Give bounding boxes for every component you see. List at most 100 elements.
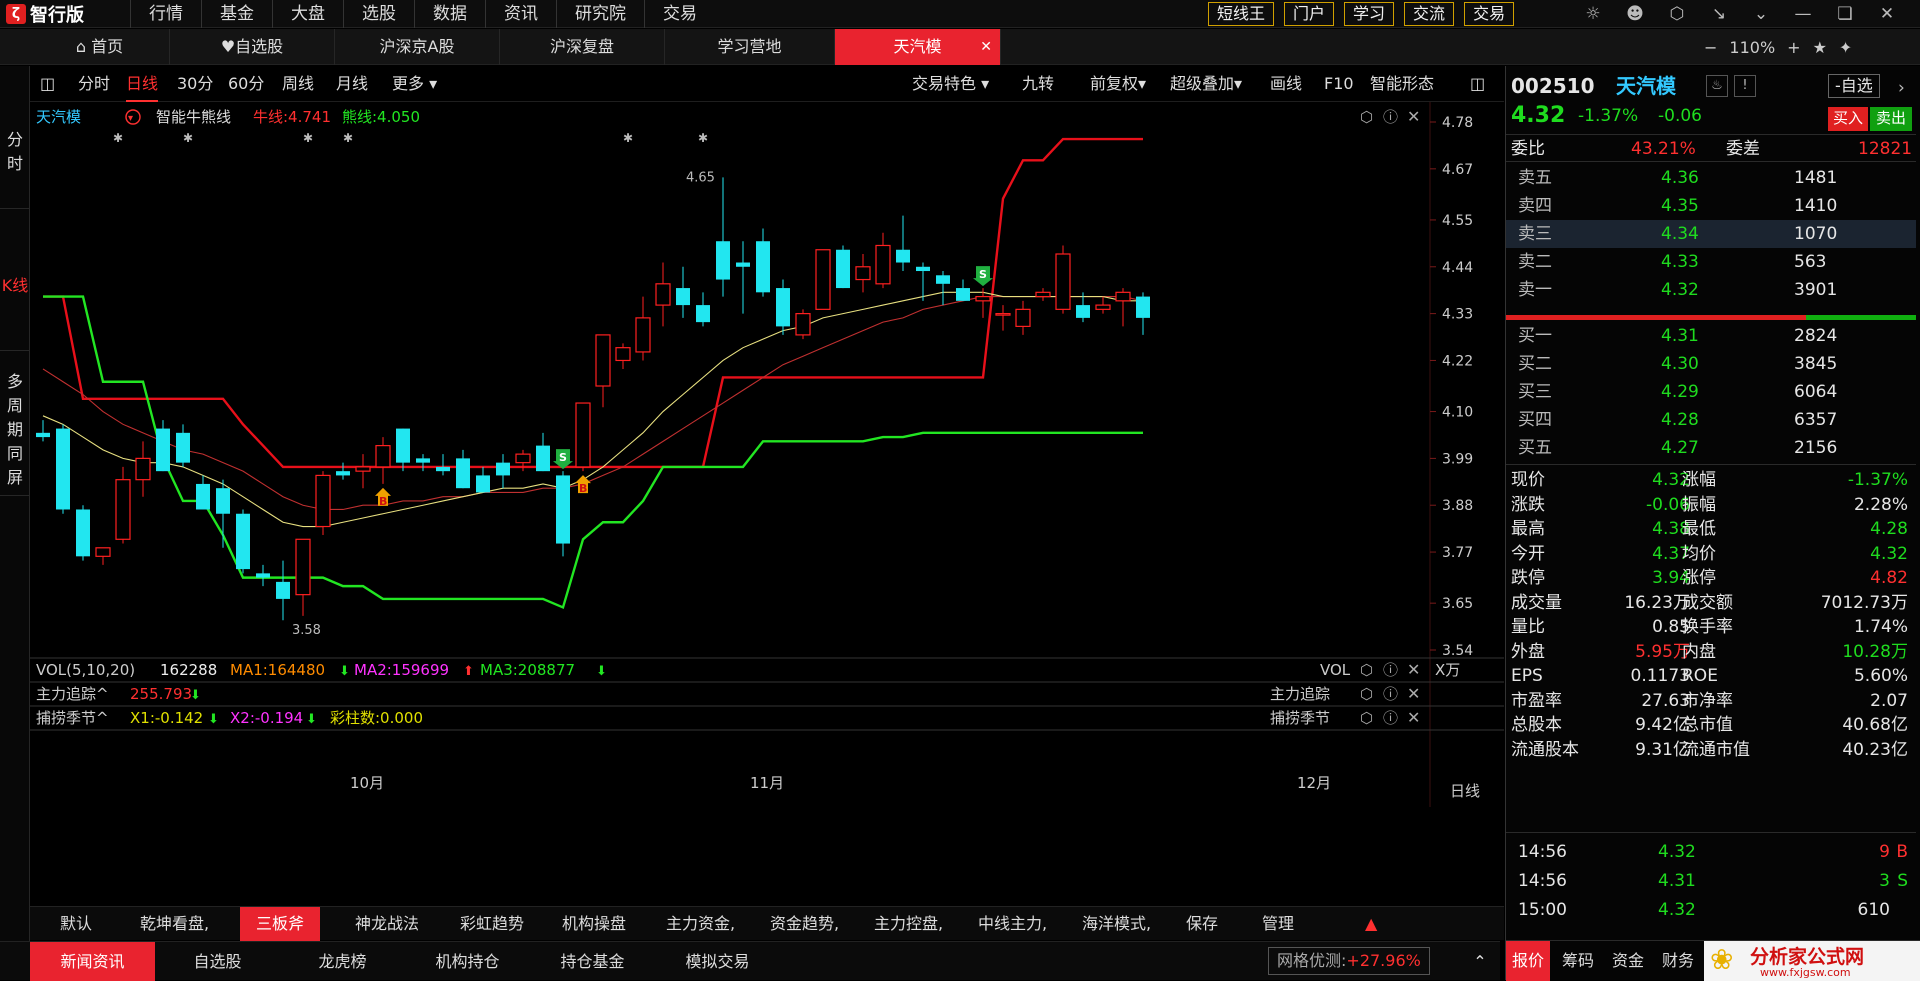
tab-home[interactable]: ⌂ 首页 <box>30 29 170 65</box>
expand-up-icon[interactable]: ⌃ <box>1465 942 1495 981</box>
period-intraday[interactable]: 分时 <box>78 66 110 102</box>
ind-default[interactable]: 默认 <box>60 907 92 941</box>
cat-icon[interactable]: ☼ <box>1580 4 1606 24</box>
vtab-multi-period[interactable]: 多周期同屏 <box>0 366 30 496</box>
menu-item-screener[interactable]: 选股 <box>343 0 414 28</box>
vtab-intraday[interactable]: 分时 <box>0 114 30 209</box>
minimize-arrows-icon[interactable]: ↘ <box>1706 4 1732 24</box>
bid-row[interactable]: 买三 4.29 6064 <box>1506 378 1916 406</box>
add-watch-button[interactable]: -自选 <box>1828 74 1880 98</box>
trade-button[interactable]: 交易 <box>1464 2 1515 26</box>
ind-main-funds[interactable]: 主力资金, <box>666 907 735 941</box>
user-icon[interactable]: ☻ <box>1622 4 1648 24</box>
ask-row[interactable]: 卖一 4.32 3901 <box>1506 276 1916 304</box>
menu-item-research[interactable]: 研究院 <box>556 0 644 28</box>
bid-row[interactable]: 买五 4.27 2156 <box>1506 434 1916 462</box>
rtab-chips[interactable]: 筹码 <box>1556 941 1600 981</box>
ind-save[interactable]: 保存 <box>1186 907 1218 941</box>
portal-button[interactable]: 门户 <box>1284 2 1335 26</box>
ind-shenlong[interactable]: 神龙战法 <box>355 907 419 941</box>
smart-pattern[interactable]: 智能形态 <box>1370 66 1434 102</box>
period-more[interactable]: 更多 ▾ <box>392 66 437 102</box>
short-line-king-button[interactable]: 短线王 <box>1208 2 1275 26</box>
layout-toggle-icon[interactable]: ◫ <box>40 66 55 102</box>
bid-row[interactable]: 买二 4.30 3845 <box>1506 350 1916 378</box>
rtab-finance[interactable]: 财务 <box>1656 941 1700 981</box>
zoom-out-button[interactable]: − <box>1704 38 1717 57</box>
super-overlay[interactable]: 超级叠加▾ <box>1170 66 1242 102</box>
menu-item-news[interactable]: 资讯 <box>485 0 556 28</box>
panel-collapse-icon[interactable]: › <box>1898 74 1905 102</box>
indicator-menu-caret: ▾ <box>128 113 133 124</box>
menu-item-trade[interactable]: 交易 <box>644 0 715 28</box>
rtab-funds[interactable]: 资金 <box>1606 941 1650 981</box>
ind-rainbow[interactable]: 彩虹趋势 <box>460 907 524 941</box>
menu-item-data[interactable]: 数据 <box>414 0 485 28</box>
nine-turn[interactable]: 九转 <box>1022 66 1054 102</box>
alert-icon[interactable]: ! <box>1734 75 1756 97</box>
tab-a-shares[interactable]: 沪深京A股 <box>335 29 500 65</box>
period-daily[interactable]: 日线 <box>126 66 159 102</box>
vtab-kline[interactable]: K线 <box>0 256 30 351</box>
panel-toggle-icon[interactable]: ◫ <box>1470 66 1485 102</box>
bell-icon[interactable]: ♨ <box>1706 75 1728 97</box>
kline-svg[interactable]: 天汽模 ▾ 智能牛熊线 牛线:4.741 熊线:4.050 ⬡ ⓘ ✕ ✱ ✱ … <box>30 102 1504 809</box>
ask-row[interactable]: 卖二 4.33 563 <box>1506 248 1916 276</box>
ind-midline[interactable]: 中线主力, <box>978 907 1047 941</box>
menu-item-quotes[interactable]: 行情 <box>130 0 201 28</box>
tab-close-icon[interactable]: ✕ <box>980 29 992 65</box>
btab-news[interactable]: 新闻资讯 <box>30 942 155 981</box>
ask-row[interactable]: 卖五 4.36 1481 <box>1506 164 1916 192</box>
ind-ocean[interactable]: 海洋模式, <box>1082 907 1151 941</box>
tab-watchlist[interactable]: ♥自选股 <box>170 29 335 65</box>
learn-button[interactable]: 学习 <box>1344 2 1395 26</box>
ind-fund-trend[interactable]: 资金趋势, <box>770 907 839 941</box>
minimize-icon[interactable]: — <box>1790 4 1816 24</box>
ind-qiankun[interactable]: 乾坤看盘, <box>140 907 209 941</box>
bid-row[interactable]: 买四 4.28 6357 <box>1506 406 1916 434</box>
draw-lines[interactable]: 画线 <box>1270 66 1302 102</box>
chevron-down-icon[interactable]: ⌄ <box>1748 4 1774 24</box>
ind-manage[interactable]: 管理 <box>1262 907 1294 941</box>
btab-watchlist[interactable]: 自选股 <box>155 942 280 981</box>
ind-control[interactable]: 主力控盘, <box>874 907 943 941</box>
menu-item-funds[interactable]: 基金 <box>201 0 272 28</box>
bid-row[interactable]: 买一 4.31 2824 <box>1506 322 1916 350</box>
pin-icon[interactable]: ✦ <box>1839 38 1852 57</box>
btab-sim-trade[interactable]: 模拟交易 <box>655 942 780 981</box>
ind-institution[interactable]: 机构操盘 <box>562 907 626 941</box>
menu-item-market[interactable]: 大盘 <box>272 0 343 28</box>
rtab-quote[interactable]: 报价 <box>1506 941 1550 981</box>
zoom-in-button[interactable]: + <box>1787 38 1800 57</box>
btab-fund-holdings[interactable]: 持仓基金 <box>530 942 655 981</box>
ask-row[interactable]: 卖三 4.34 1070 <box>1506 220 1916 248</box>
star-icon[interactable]: ★ <box>1813 38 1827 57</box>
grid-optimize[interactable]: 网格优测:+27.96% <box>1268 947 1430 975</box>
collapse-up-icon[interactable]: ▲ <box>1365 907 1377 941</box>
period-monthly[interactable]: 月线 <box>336 66 368 102</box>
f10-button[interactable]: F10 <box>1324 66 1354 102</box>
ask-row[interactable]: 卖四 4.35 1410 <box>1506 192 1916 220</box>
community-button[interactable]: 交流 <box>1404 2 1455 26</box>
tab-review[interactable]: 沪深复盘 <box>500 29 665 65</box>
app-logo-icon: ζ <box>6 4 26 24</box>
restore-icon[interactable]: ❏ <box>1832 4 1858 24</box>
stat-label: 流通股本 <box>1511 739 1579 760</box>
period-60min[interactable]: 60分 <box>228 66 264 102</box>
period-weekly[interactable]: 周线 <box>282 66 314 102</box>
tab-learning[interactable]: 学习营地 <box>665 29 835 65</box>
adjust-forward[interactable]: 前复权▾ <box>1090 66 1146 102</box>
candle <box>1015 300 1031 335</box>
ind-sanbanfu[interactable]: 三板斧 <box>240 907 320 941</box>
tab-stock-active[interactable]: 天汽模 ✕ <box>835 29 1001 65</box>
trade-features[interactable]: 交易特色 ▾ <box>912 66 989 102</box>
btab-holdings[interactable]: 机构持仓 <box>405 942 530 981</box>
close-icon[interactable]: ✕ <box>1874 4 1900 24</box>
hex-icon[interactable]: ⬡ <box>1664 4 1690 24</box>
period-30min[interactable]: 30分 <box>177 66 213 102</box>
buy-button[interactable]: 买入 <box>1828 107 1868 131</box>
app-logo[interactable]: ζ 智行版 <box>6 2 84 26</box>
candle-body <box>815 249 831 310</box>
btab-dragon-tiger[interactable]: 龙虎榜 <box>280 942 405 981</box>
sell-button[interactable]: 卖出 <box>1870 107 1912 131</box>
